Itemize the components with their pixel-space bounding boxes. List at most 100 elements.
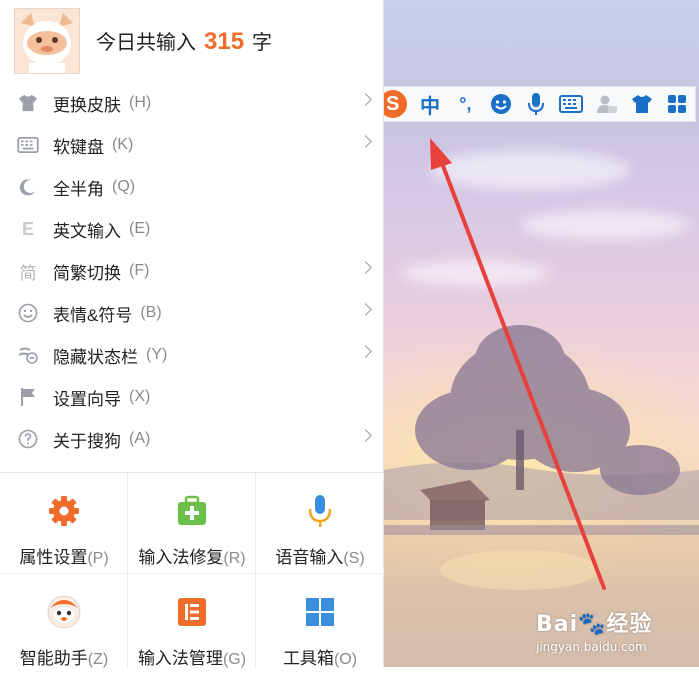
chevron-right-icon <box>359 345 372 358</box>
chevron-right-icon <box>359 135 372 148</box>
shirt-icon <box>14 89 42 117</box>
grid-item-text: 语音输入 <box>275 548 344 567</box>
grid-item-shortcut: (S) <box>343 550 365 567</box>
grid-item-text: 输入法管理 <box>137 649 223 668</box>
menu-item-about[interactable]: 关于搜狗 (A) <box>0 418 384 460</box>
grid-item-text: 属性设置 <box>19 548 88 567</box>
grid-item-ime-manager[interactable]: 输入法管理(G) <box>128 574 256 674</box>
grid-item-toolbox[interactable]: 工具箱(O) <box>256 574 384 674</box>
menu-item-shortcut: (B) <box>140 304 162 321</box>
menu-item-emoji-symbols[interactable]: 表情&符号 (B) <box>0 292 384 334</box>
skin-shirt-icon <box>631 95 652 113</box>
menu-item-shortcut: (E) <box>129 220 151 237</box>
manage-icon <box>174 594 210 630</box>
watermark-url: jingyan.baidu.com <box>536 640 647 654</box>
menu-item-shortcut: (Y) <box>146 346 168 363</box>
chevron-right-icon <box>359 303 372 316</box>
toolbox-button[interactable] <box>660 86 695 122</box>
grid-item-text: 智能助手 <box>19 649 88 668</box>
menu-item-soft-keyboard[interactable]: 软键盘 (K) <box>0 124 384 166</box>
toolbox-icon <box>302 594 338 630</box>
menu-item-shortcut: (A) <box>129 430 151 447</box>
toolbox-icon <box>668 95 687 113</box>
sogou-logo-icon[interactable]: S <box>378 86 412 122</box>
grid-item-shortcut: (P) <box>87 550 109 567</box>
menu-item-label: 设置向导 <box>53 389 121 409</box>
grid-item-voice-input[interactable]: 语音输入(S) <box>256 473 384 573</box>
user-account-button[interactable] <box>589 86 624 122</box>
quick-tools-grid: 属性设置(P) 输入法修复(R) 语音输入(S) 智能助手(Z) 输入法管理(G <box>0 472 384 668</box>
grid-item-properties[interactable]: 属性设置(P) <box>0 473 128 573</box>
menu-item-hide-statusbar[interactable]: 隐藏状态栏 (Y) <box>0 334 384 376</box>
today-input-count: 今日共输入 315 字 <box>96 26 272 56</box>
smiley-icon <box>14 299 42 327</box>
menu-item-shortcut: (X) <box>129 388 151 405</box>
user-card-icon <box>596 95 617 113</box>
grid-item-shortcut: (Z) <box>87 651 109 668</box>
ime-context-menu: 今日共输入 315 字 更换皮肤 (H) 软键盘 (K) 全半角 (Q) E 英… <box>0 0 384 668</box>
menu-item-shortcut: (K) <box>112 136 134 153</box>
hide-statusbar-icon <box>14 341 42 369</box>
chinese-mode-button[interactable]: 中 <box>412 86 447 122</box>
menu-item-full-half-width[interactable]: 全半角 (Q) <box>0 166 384 208</box>
count-suffix: 字 <box>252 32 273 54</box>
menu-item-skin[interactable]: 更换皮肤 (H) <box>0 82 384 124</box>
letter-e-icon: E <box>21 218 34 239</box>
menu-item-setup-wizard[interactable]: 设置向导 (X) <box>0 376 384 418</box>
assistant-icon <box>46 594 82 630</box>
grid-item-text: 工具箱 <box>282 649 334 668</box>
voice-button[interactable] <box>518 86 553 122</box>
moon-icon <box>14 173 42 201</box>
menu-list: 更换皮肤 (H) 软键盘 (K) 全半角 (Q) E 英文输入 (E) 简 简繁… <box>0 82 384 460</box>
help-icon <box>14 425 42 453</box>
soft-keyboard-button[interactable] <box>554 86 589 122</box>
baidu-jingyan-watermark: Bai🐾经验 jingyan.baidu.com <box>536 606 653 654</box>
grid-item-label: 属性设置(P) <box>19 543 108 568</box>
repair-kit-icon <box>174 493 210 529</box>
chevron-right-icon <box>359 261 372 274</box>
simplified-char-icon: 简 <box>19 263 37 283</box>
grid-item-shortcut: (O) <box>333 651 358 668</box>
gear-icon <box>46 493 82 529</box>
emoji-button[interactable] <box>483 86 518 122</box>
microphone-icon <box>302 493 338 529</box>
punctuation-button[interactable]: °, <box>448 86 483 122</box>
keyboard-icon <box>559 95 584 113</box>
menu-item-label: 全半角 <box>53 179 104 199</box>
grid-item-label: 输入法修复(R) <box>138 543 245 568</box>
keyboard-icon <box>14 131 42 159</box>
menu-item-label: 英文输入 <box>53 221 121 241</box>
grid-item-label: 智能助手(Z) <box>20 644 108 669</box>
menu-item-label: 更换皮肤 <box>53 95 121 115</box>
chevron-right-icon <box>359 93 372 106</box>
menu-item-simplified-traditional[interactable]: 简 简繁切换 (F) <box>0 250 384 292</box>
grid-item-text: 输入法修复 <box>138 548 224 567</box>
menu-item-label: 表情&符号 <box>53 305 133 325</box>
sogou-mascot-icon <box>15 9 79 73</box>
menu-item-shortcut: (H) <box>129 94 152 111</box>
grid-item-shortcut: (R) <box>223 550 246 567</box>
menu-item-label: 隐藏状态栏 <box>53 347 138 367</box>
grid-item-assistant[interactable]: 智能助手(Z) <box>0 574 128 674</box>
menu-item-label: 简繁切换 <box>53 263 121 283</box>
avatar[interactable] <box>14 8 80 74</box>
menu-item-shortcut: (F) <box>129 262 150 279</box>
chevron-right-icon <box>359 429 372 442</box>
flag-icon <box>14 383 42 411</box>
watermark-brand: Bai🐾经验 <box>536 612 653 637</box>
grid-item-label: 输入法管理(G) <box>138 644 246 669</box>
emoji-icon <box>490 94 511 114</box>
count-prefix: 今日共输入 <box>96 32 196 54</box>
grid-item-label: 语音输入(S) <box>275 543 364 568</box>
grid-item-repair[interactable]: 输入法修复(R) <box>128 473 256 573</box>
count-value: 315 <box>204 28 245 55</box>
menu-item-label: 关于搜狗 <box>53 431 121 451</box>
menu-item-shortcut: (Q) <box>112 178 136 195</box>
menu-item-english-input[interactable]: E 英文输入 (E) <box>0 208 384 250</box>
ime-toolbar: S 中 °, <box>378 86 696 122</box>
grid-item-shortcut: (G) <box>222 651 247 668</box>
microphone-icon <box>528 93 544 115</box>
menu-header: 今日共输入 315 字 <box>0 0 383 82</box>
skin-button[interactable] <box>624 86 659 122</box>
grid-item-label: 工具箱(O) <box>283 644 357 669</box>
